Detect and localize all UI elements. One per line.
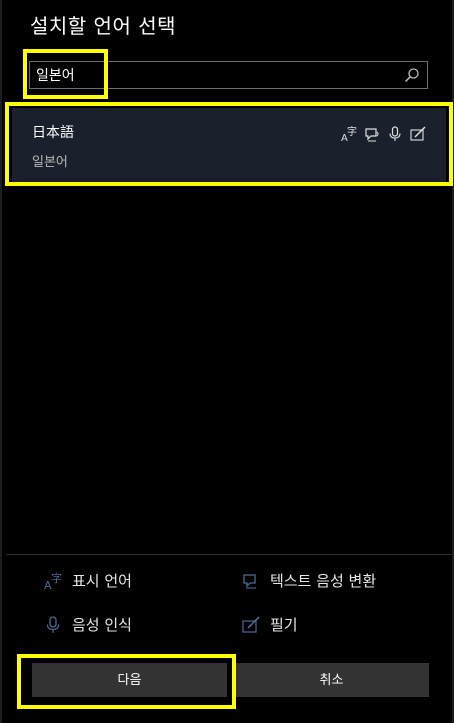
cancel-button[interactable]: 취소 <box>234 663 429 697</box>
svg-text:字: 字 <box>347 126 357 138</box>
text-to-speech-icon <box>365 128 379 142</box>
legend-divider <box>6 554 452 555</box>
legend-handwriting: 필기 <box>242 614 298 635</box>
display-language-icon: A 字 <box>44 572 62 590</box>
legend-text-to-speech-label: 텍스트 음성 변환 <box>270 572 377 590</box>
dialog-title: 설치할 언어 선택 <box>30 14 177 38</box>
svg-text:字: 字 <box>51 572 62 585</box>
legend-handwriting-label: 필기 <box>270 616 298 634</box>
language-picker-dialog: 설치할 언어 선택 日本語 일본어 A 字 <box>0 0 454 723</box>
speech-recognition-icon <box>389 126 401 141</box>
display-language-icon: A 字 <box>341 126 357 142</box>
search-input[interactable] <box>36 64 396 86</box>
speech-recognition-icon <box>46 615 60 633</box>
search-box[interactable] <box>29 61 428 89</box>
legend-text-to-speech: 텍스트 음성 변환 <box>242 570 376 591</box>
next-button[interactable]: 다음 <box>32 663 227 697</box>
legend-speech-recognition-label: 음성 인식 <box>72 616 132 634</box>
legend-display-language-label: 표시 언어 <box>72 572 132 590</box>
language-feature-icons: A 字 <box>341 126 426 142</box>
handwriting-icon <box>242 615 260 633</box>
legend-display-language: A 字 표시 언어 <box>44 570 132 591</box>
language-result-item[interactable]: 日本語 일본어 A 字 <box>12 108 446 183</box>
legend-speech-recognition: 음성 인식 <box>44 614 132 635</box>
language-local-name: 일본어 <box>32 155 68 170</box>
search-icon[interactable] <box>404 67 420 83</box>
language-native-name: 日本語 <box>32 125 74 141</box>
handwriting-icon <box>410 126 426 141</box>
text-to-speech-icon <box>243 573 256 589</box>
